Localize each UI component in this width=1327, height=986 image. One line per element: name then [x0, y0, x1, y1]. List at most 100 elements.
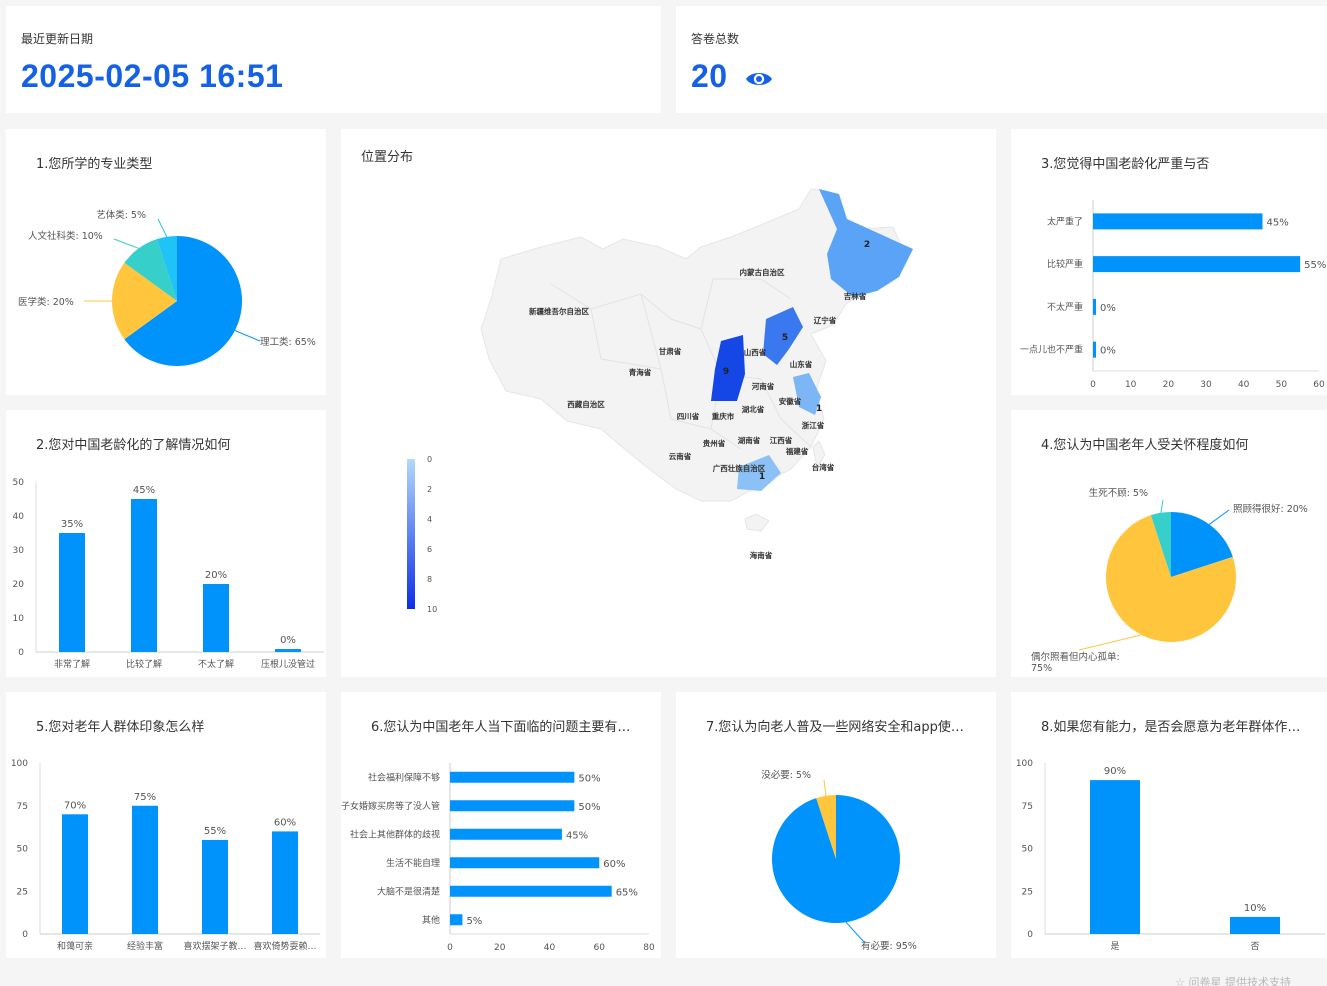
x-tick-label: 否	[1250, 941, 1259, 952]
y-tick-label: 10	[13, 614, 25, 624]
bar[interactable]	[1093, 298, 1096, 315]
pie-label: 没必要: 5%	[761, 769, 811, 781]
province-label: 福建省	[785, 446, 809, 456]
footer-credit[interactable]: ☆ 问卷星 提供技术支持	[1175, 974, 1291, 986]
bar-value-label: 90%	[1104, 766, 1126, 777]
chart-card-q7: 7.您认为向老人普及一些网络安全和app使… 有必要: 95% 没必要: 5%	[676, 692, 996, 958]
bar[interactable]	[131, 499, 157, 652]
bar[interactable]	[450, 800, 575, 812]
province-label: 甘肃省	[659, 346, 682, 356]
china-map[interactable]: 内蒙古自治区新疆维吾尔自治区 吉林省辽宁省甘肃省 山西省山东省青海省河南省西藏自治区…	[341, 129, 996, 677]
y-tick-label: 40	[13, 512, 25, 522]
bar-value-label: 65%	[616, 887, 638, 898]
x-tick-label: 60	[594, 943, 606, 953]
bar-value-label: 0%	[1100, 346, 1116, 357]
bar[interactable]	[1093, 256, 1301, 273]
bar[interactable]	[450, 828, 562, 840]
bar-value-label: 55%	[1304, 260, 1326, 271]
x-tick-label: 40	[544, 943, 556, 953]
bar-value-label: 20%	[205, 570, 227, 581]
province-count-label: 2	[864, 240, 870, 250]
bar-value-label: 45%	[133, 485, 155, 496]
bar-value-label: 75%	[134, 792, 156, 803]
province-label: 湖北省	[742, 404, 765, 414]
bar[interactable]	[450, 914, 463, 926]
bar-value-label: 10%	[1244, 903, 1266, 914]
pie-leader-line	[1208, 509, 1230, 525]
update-date-label: 最近更新日期	[21, 32, 94, 46]
bar[interactable]	[202, 839, 228, 934]
y-tick-label: 0	[22, 930, 28, 940]
chart-title: 3.您觉得中国老龄化严重与否	[1041, 157, 1210, 172]
province-label: 吉林省	[844, 291, 867, 301]
province-label: 云南省	[669, 451, 692, 461]
province-count-label: 9	[723, 367, 729, 377]
bar[interactable]	[62, 814, 88, 934]
y-tick-label: 社会上其他群体的歧视	[350, 828, 440, 840]
pie-label: 75%	[1031, 663, 1052, 674]
province-count-label: 1	[759, 472, 765, 482]
y-tick-label: 75	[17, 802, 28, 812]
y-tick-label: 不太严重	[1047, 301, 1083, 313]
y-tick-label: 0	[1027, 930, 1033, 940]
bar[interactable]	[1090, 780, 1140, 934]
bar-value-label: 55%	[204, 826, 226, 837]
y-tick-label: 30	[13, 546, 25, 556]
pie-leader-line	[823, 779, 827, 796]
province-label: 海南省	[750, 550, 773, 560]
province-label: 西藏自治区	[567, 399, 605, 409]
x-tick-label: 和蔼可亲	[57, 940, 93, 952]
pie-label: 照顾得很好: 20%	[1233, 503, 1308, 515]
bar-value-label: 45%	[1267, 217, 1289, 228]
chart-title: 5.您对老年人群体印象怎么样	[36, 720, 205, 735]
bar-value-label: 0%	[1100, 303, 1116, 314]
legend-tick-label: 8	[427, 575, 432, 584]
legend-tick-label: 4	[427, 515, 432, 524]
update-date-card: 最近更新日期 2025-02-05 16:51	[6, 6, 661, 113]
bar[interactable]	[203, 584, 229, 652]
bar[interactable]	[132, 805, 158, 934]
pie-label: 艺体类: 5%	[96, 209, 146, 221]
x-tick-label: 20	[494, 943, 506, 953]
bar[interactable]	[450, 885, 612, 897]
province-label: 广西壮族自治区	[713, 463, 766, 473]
star-icon: ☆	[1175, 976, 1185, 986]
province-count-label: 1	[816, 404, 822, 414]
chart-card-q4: 4.您认为中国老年人受关怀程度如何 照顾得很好: 20% 偶尔照看但内心孤单: 75…	[1011, 410, 1327, 677]
province-label: 重庆市	[712, 411, 735, 421]
pie-leader-line	[1160, 499, 1164, 513]
legend-gradient[interactable]	[407, 459, 415, 609]
y-tick-label: 20	[13, 580, 25, 590]
bar[interactable]	[450, 857, 600, 869]
x-tick-label: 是	[1110, 941, 1119, 952]
y-tick-label: 比较严重	[1047, 258, 1083, 270]
bar[interactable]	[450, 771, 575, 783]
province-label: 江西省	[770, 435, 793, 445]
chart-title: 6.您认为中国老年人当下面临的问题主要有…	[371, 720, 631, 735]
bar[interactable]	[59, 533, 85, 652]
pie-leader-line	[113, 238, 139, 249]
province-count-label: 5	[782, 333, 788, 343]
y-tick-label: 50	[17, 845, 29, 855]
bar[interactable]	[1230, 916, 1280, 934]
eye-icon[interactable]	[745, 60, 773, 97]
x-tick-label: 30	[1200, 380, 1212, 390]
x-tick-label: 0	[447, 943, 453, 953]
chart-card-q8: 8.如果您有能力，是否会愿意为老年群体作… 0 25 50 75 100 90% 是 10% 否	[1011, 692, 1327, 958]
response-count-card: 答卷总数 20	[676, 6, 1327, 113]
pie-leader-line	[1078, 634, 1142, 651]
pie-leader-line	[845, 921, 865, 943]
province-label: 新疆维吾尔自治区	[529, 306, 589, 316]
x-tick-label: 80	[643, 943, 655, 953]
pie-leader-line	[157, 218, 168, 238]
legend-tick-label: 2	[427, 485, 432, 494]
bar[interactable]	[1093, 213, 1263, 230]
bar[interactable]	[272, 831, 298, 934]
bar[interactable]	[275, 649, 301, 652]
x-tick-label: 非常了解	[54, 658, 90, 670]
x-tick-label: 压根儿没管过	[261, 658, 315, 670]
bar[interactable]	[1093, 341, 1096, 358]
update-date-value: 2025-02-05 16:51	[21, 58, 284, 94]
x-tick-label: 40	[1238, 380, 1250, 390]
chart-title: 1.您所学的专业类型	[36, 157, 153, 172]
